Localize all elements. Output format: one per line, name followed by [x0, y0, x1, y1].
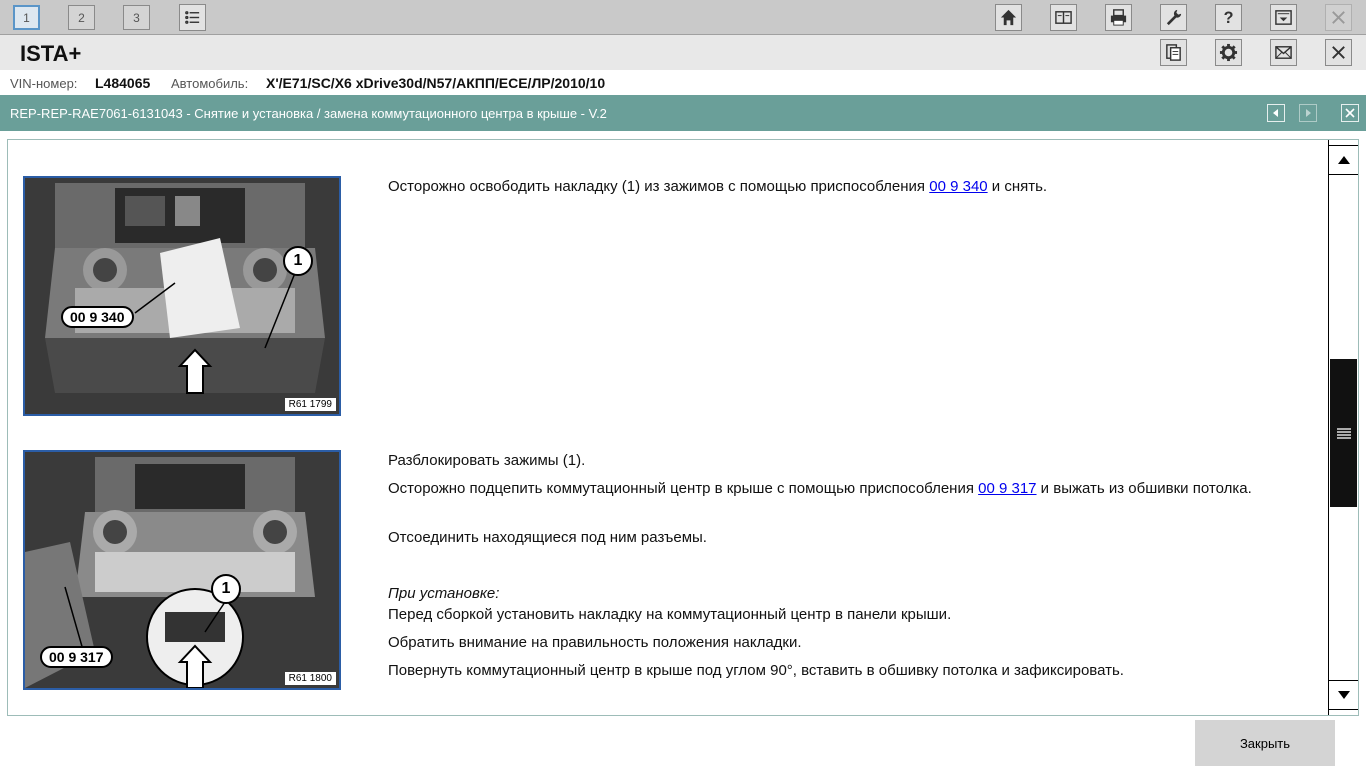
roof-module-photo-1: [25, 178, 339, 414]
vin-value: L484065: [95, 75, 151, 91]
vin-label: VIN-номер:: [10, 76, 78, 91]
document-header: REP-REP-RAE7061-6131043 - Снятие и устан…: [0, 95, 1366, 131]
top-toolbar: 1 2 3 ?: [0, 0, 1366, 35]
tab-2[interactable]: 2: [68, 5, 95, 30]
forward-icon[interactable]: [1299, 104, 1317, 122]
scrollbar-thumb[interactable]: [1330, 359, 1357, 507]
car-label: Автомобиль:: [171, 76, 249, 91]
step2-line3: Отсоединить находящиеся под ним разъемы.: [388, 529, 707, 546]
car-value: X'/E71/SC/X6 xDrive30d/N57/АКПП/ECE/ЛР/2…: [266, 75, 606, 91]
app-title: ISTA+: [20, 41, 82, 66]
close-button[interactable]: Закрыть: [1195, 720, 1335, 766]
title-bar: ISTA+: [0, 35, 1366, 70]
vertical-scrollbar[interactable]: [1328, 140, 1358, 715]
tab-1[interactable]: 1: [13, 5, 40, 30]
step1-text-before: Осторожно освободить накладку (1) из заж…: [388, 178, 930, 195]
step2-line1: Разблокировать зажимы (1).: [388, 452, 586, 469]
svg-text:?: ?: [1224, 9, 1234, 27]
back-icon[interactable]: [1267, 104, 1285, 122]
mail-icon[interactable]: [1270, 39, 1297, 66]
step2-line6: Повернуть коммутационный центр в крыше п…: [388, 662, 1124, 679]
tab-3[interactable]: 3: [123, 5, 150, 30]
content-panel: 00 9 340 1 R61 1799 Осторожно освободить…: [7, 139, 1359, 716]
step1-text: Осторожно освободить накладку (1) из заж…: [388, 177, 1268, 197]
doc-close-icon[interactable]: [1341, 104, 1359, 122]
vehicle-info-bar: VIN-номер: L484065 Автомобиль: X'/E71/SC…: [0, 70, 1366, 95]
figure-code-2: R61 1800: [284, 672, 336, 685]
help-icon[interactable]: ?: [1215, 4, 1242, 31]
download-icon[interactable]: [1270, 4, 1297, 31]
step2-line2-before: Осторожно подцепить коммутационный центр…: [388, 480, 979, 497]
printer-icon[interactable]: [1105, 4, 1132, 31]
close-icon: [1325, 4, 1352, 31]
wrench-icon[interactable]: [1160, 4, 1187, 31]
figure-step-2: 00 9 317 1 R61 1800: [23, 450, 341, 690]
list-icon[interactable]: [179, 4, 206, 31]
grip-icon: [1336, 428, 1351, 439]
step2-line4: Перед сборкой установить накладку на ком…: [388, 606, 952, 623]
home-icon[interactable]: [995, 4, 1022, 31]
step2-line2: Осторожно подцепить коммутационный центр…: [388, 479, 1268, 499]
step2-line2-after: и выжать из обшивки потолка.: [1036, 480, 1252, 497]
callout-2: 1: [211, 574, 241, 604]
book-icon[interactable]: [1050, 4, 1077, 31]
step1-text-after: и снять.: [987, 178, 1048, 195]
gear-icon[interactable]: [1215, 39, 1242, 66]
figure-code-1: R61 1799: [284, 398, 336, 411]
tool-link-009317[interactable]: 00 9 317: [978, 480, 1036, 497]
callout-1: 1: [283, 246, 313, 276]
tool-tag-1: 00 9 340: [61, 306, 134, 328]
document-title: REP-REP-RAE7061-6131043 - Снятие и устан…: [10, 106, 607, 121]
tool-link-009340[interactable]: 00 9 340: [929, 178, 987, 195]
tool-tag-2: 00 9 317: [40, 646, 113, 668]
app-close-icon[interactable]: [1325, 39, 1352, 66]
scroll-down-icon[interactable]: [1329, 680, 1358, 710]
document-icon[interactable]: [1160, 39, 1187, 66]
install-heading: При установке:: [388, 585, 500, 602]
scroll-up-icon[interactable]: [1329, 145, 1358, 175]
figure-step-1: 00 9 340 1 R61 1799: [23, 176, 341, 416]
step2-line5: Обратить внимание на правильность положе…: [388, 634, 802, 651]
